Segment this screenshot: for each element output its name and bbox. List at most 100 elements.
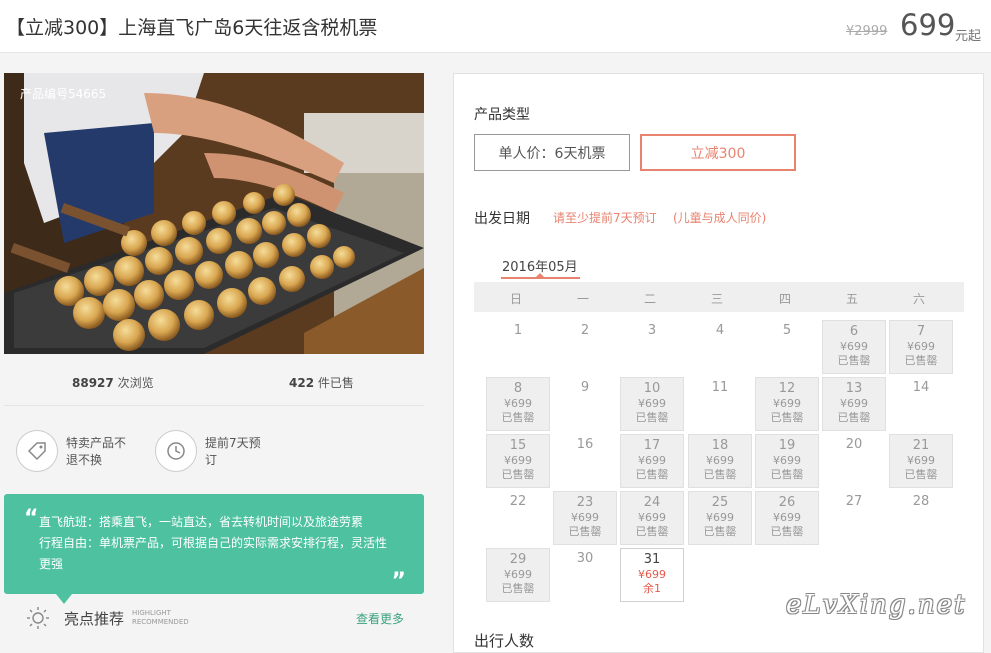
view-more-link[interactable]: 查看更多 (356, 610, 404, 627)
calendar-day: 3 (620, 320, 684, 374)
day-price: ¥699 (504, 568, 532, 581)
sold-label: 件已售 (317, 376, 354, 390)
day-status: 已售罄 (904, 354, 938, 367)
weekday-sun: 日 (509, 292, 522, 306)
feature-text: 提前7天预订 (205, 436, 261, 467)
calendar-day: 16 (553, 434, 617, 488)
day-number: 14 (912, 380, 930, 395)
takoyaki-photo-illustration (4, 73, 424, 354)
day-number: 20 (845, 437, 863, 452)
day-number: 31 (643, 552, 661, 567)
calendar-day: 29 ¥699 已售罄 (486, 548, 550, 602)
day-number: 28 (912, 494, 930, 509)
day-number: 26 (778, 495, 796, 510)
day-number: 10 (643, 381, 661, 396)
day-number: 11 (711, 380, 729, 395)
product-stats: 88927 次浏览 422 件已售 (4, 354, 424, 406)
calendar-day[interactable]: 31 ¥699 余1 (620, 548, 684, 602)
tag-icon (16, 430, 58, 472)
calendar-day: 30 (553, 548, 617, 602)
day-number: 16 (576, 437, 594, 452)
calendar-day: 17 ¥699 已售罄 (620, 434, 684, 488)
day-number: 25 (711, 495, 729, 510)
day-number: 30 (576, 551, 594, 566)
day-number: 6 (849, 324, 859, 339)
clock-icon (155, 430, 197, 472)
day-status: 已售罄 (770, 411, 804, 424)
site-watermark: eLvXing.net (786, 590, 967, 620)
page-header: 【立减300】上海直飞广岛6天往返含税机票 ¥2999 699 元起 (0, 0, 991, 53)
calendar-day: 13 ¥699 已售罄 (822, 377, 886, 431)
day-status: 已售罄 (770, 525, 804, 538)
day-price: ¥699 (907, 454, 935, 467)
advance-booking-note: 请至少提前7天预订 (553, 211, 657, 225)
product-type-label: 产品类型 (474, 107, 530, 123)
day-status: 已售罄 (501, 468, 535, 481)
highlights-footer: 亮点推荐 HIGHLIGHT RECOMMENDED 查看更多 (4, 594, 424, 640)
weekday-header: 日 一 二 三 四 五 六 (474, 282, 964, 312)
day-number: 17 (643, 438, 661, 453)
highlights-title-en-line1: HIGHLIGHT (132, 609, 171, 617)
type-option-single[interactable]: 单人价：6天机票 (474, 134, 630, 171)
day-price: ¥699 (504, 397, 532, 410)
day-number: 18 (711, 438, 729, 453)
day-price: ¥699 (638, 511, 666, 524)
weekday-fri: 五 (845, 292, 858, 306)
day-status: 已售罄 (837, 411, 871, 424)
highlights-title-en: HIGHLIGHT RECOMMENDED (132, 609, 189, 627)
calendar-day: 20 (822, 434, 886, 488)
day-number: 4 (715, 323, 725, 338)
day-number: 5 (782, 323, 792, 338)
views-count: 88927 (72, 376, 114, 390)
day-price: ¥699 (907, 340, 935, 353)
feature-list: 特卖产品不退不换 提前7天预订 (4, 406, 424, 494)
calendar-day: 14 (889, 377, 953, 431)
views-label: 次浏览 (117, 376, 154, 390)
original-price: ¥2999 (846, 24, 888, 39)
calendar-day: 27 (822, 491, 886, 545)
day-status: 已售罄 (837, 354, 871, 367)
day-price: ¥699 (840, 340, 868, 353)
calendar-day: 28 (889, 491, 953, 545)
day-status: 已售罄 (635, 411, 669, 424)
price-suffix: 元起 (955, 29, 982, 44)
day-status: 已售罄 (703, 468, 737, 481)
day-price: ¥699 (773, 397, 801, 410)
day-price: ¥699 (571, 511, 599, 524)
weekday-tue: 二 (643, 292, 656, 306)
day-status: 已售罄 (770, 468, 804, 481)
calendar-day: 11 (688, 377, 752, 431)
travelers-label: 出行人数 (474, 632, 535, 650)
day-number: 27 (845, 494, 863, 509)
weekday-sat: 六 (912, 292, 925, 306)
month-underline (501, 277, 580, 279)
calendar-day: 25 ¥699 已售罄 (688, 491, 752, 545)
day-status: 已售罄 (568, 525, 602, 538)
type-option-discount[interactable]: 立减300 (640, 134, 796, 171)
day-number: 21 (912, 438, 930, 453)
day-number: 2 (580, 323, 590, 338)
calendar-day: 19 ¥699 已售罄 (755, 434, 819, 488)
feature-text: 特卖产品不退不换 (66, 436, 127, 467)
calendar-day: 10 ¥699 已售罄 (620, 377, 684, 431)
day-price: ¥699 (840, 397, 868, 410)
day-status: 余1 (643, 582, 661, 595)
day-number: 1 (513, 323, 523, 338)
current-price: 699 (900, 8, 956, 42)
weekday-wed: 三 (710, 292, 723, 306)
day-price: ¥699 (638, 454, 666, 467)
day-number: 8 (513, 381, 523, 396)
day-price: ¥699 (638, 397, 666, 410)
calendar-day: 22 (486, 491, 550, 545)
day-status: 已售罄 (635, 468, 669, 481)
highlights-title-en-line2: RECOMMENDED (132, 618, 189, 626)
feature-advance-booking: 提前7天预订 (155, 430, 267, 472)
calendar-day: 4 (688, 320, 752, 374)
day-price: ¥699 (706, 454, 734, 467)
highlights-title: 亮点推荐 (64, 610, 125, 628)
sun-icon (27, 607, 49, 629)
calendar-day: 24 ¥699 已售罄 (620, 491, 684, 545)
highlights-box: “ 直飞航班：搭乘直飞，一站直达，省去转机时间以及旅途劳累 行程自由：单机票产品… (4, 494, 424, 604)
close-quote-icon: ” (391, 569, 406, 594)
calendar-day: 23 ¥699 已售罄 (553, 491, 617, 545)
